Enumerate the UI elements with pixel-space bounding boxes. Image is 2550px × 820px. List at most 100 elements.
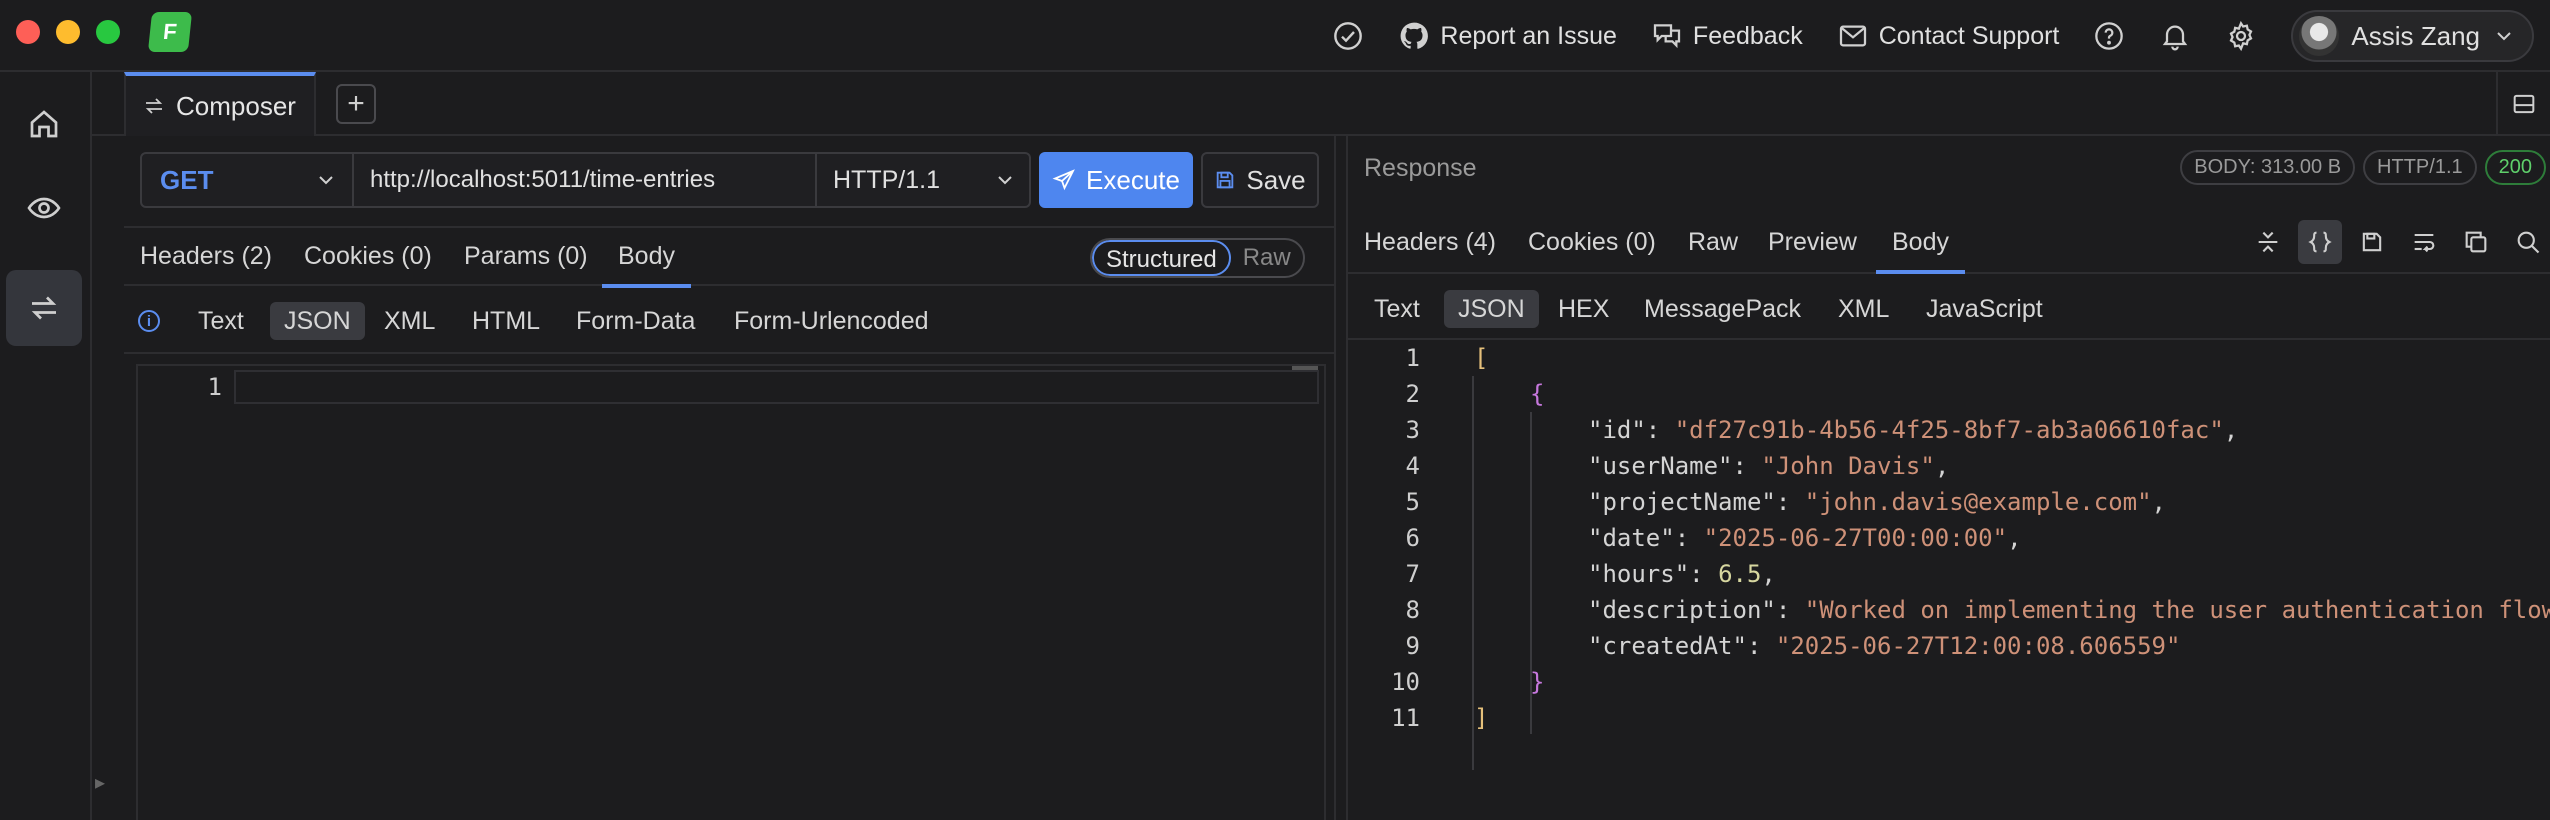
sidebar-expand-handle[interactable]: ▸: [95, 770, 105, 795]
contact-support-button[interactable]: Contact Support: [1837, 20, 2060, 52]
structured-option[interactable]: Structured: [1092, 240, 1231, 276]
mail-icon: [1839, 25, 1866, 47]
save-response-button[interactable]: [2350, 220, 2394, 264]
request-tabs: Headers (2) Cookies (0) Params (0) Body …: [124, 226, 1334, 288]
title-bar: F Report an Issue Feedback Contact Suppo…: [0, 0, 2550, 72]
body-type-text[interactable]: Text: [198, 302, 244, 340]
editor-scrollbar[interactable]: [1292, 366, 1318, 370]
save-button[interactable]: Save: [1201, 152, 1319, 208]
copy-button[interactable]: [2454, 220, 2498, 264]
url-input[interactable]: http://localhost:5011/time-entries: [354, 152, 817, 208]
notifications-button[interactable]: [2159, 20, 2191, 52]
protocol-value: HTTP/1.1: [833, 165, 940, 194]
response-type-bar: Text JSON HEX MessagePack XML JavaScript: [1348, 276, 2550, 340]
execute-button[interactable]: Execute: [1039, 152, 1193, 208]
help-icon: [2095, 22, 2124, 50]
bell-icon: [2163, 25, 2188, 51]
sidebar: ▸: [0, 72, 105, 820]
response-body-viewer[interactable]: 1[ 2{ 3 "id": "df27c91b-4b56-4f25-8bf7-ab…: [1348, 340, 2550, 820]
tab-params[interactable]: Params (0): [464, 242, 588, 271]
line-number: 1: [207, 373, 222, 401]
method-select[interactable]: GET: [140, 152, 354, 208]
protocol-badge: HTTP/1.1: [2363, 150, 2477, 185]
sidebar-item-composer[interactable]: [6, 270, 82, 346]
check-circle-icon: [1334, 22, 1363, 50]
tab-composer[interactable]: Composer: [124, 72, 316, 136]
info-icon[interactable]: i: [138, 310, 160, 332]
report-issue-label: Report an Issue: [1440, 21, 1617, 50]
copy-icon: [2465, 231, 2487, 253]
wrap-lines-button[interactable]: [2402, 220, 2446, 264]
feedback-label: Feedback: [1692, 21, 1803, 50]
json-username-value: John Davis: [1775, 452, 1921, 480]
save-icon: [2362, 232, 2382, 252]
chevron-down-icon: [319, 176, 333, 185]
avatar: [2299, 16, 2340, 56]
body-type-xml[interactable]: XML: [384, 302, 435, 340]
structured-raw-toggle[interactable]: Structured Raw: [1090, 238, 1305, 278]
resp-tab-raw[interactable]: Raw: [1688, 228, 1738, 257]
add-tab-button[interactable]: +: [336, 84, 376, 124]
check-circle-button[interactable]: [1332, 20, 1364, 52]
protocol-select[interactable]: HTTP/1.1: [817, 152, 1031, 208]
app-logo: F: [147, 12, 193, 52]
sidebar-item-monitor[interactable]: [6, 170, 82, 246]
chevron-down-icon: [998, 176, 1012, 185]
feedback-button[interactable]: Feedback: [1651, 20, 1803, 52]
user-name: Assis Zang: [2351, 20, 2480, 51]
method-value: GET: [160, 164, 214, 195]
response-toolbar: [2246, 220, 2550, 264]
response-panel: Response BODY: 313.00 B HTTP/1.1 200 Hea…: [1348, 136, 2550, 820]
panel-layout-icon: [2513, 94, 2535, 114]
resp-type-xml[interactable]: XML: [1838, 290, 1889, 328]
resp-tab-headers[interactable]: Headers (4): [1364, 228, 1496, 257]
tab-headers[interactable]: Headers (2): [140, 242, 272, 271]
resp-tab-cookies[interactable]: Cookies (0): [1528, 228, 1656, 257]
minimize-window-button[interactable]: [56, 20, 80, 44]
json-projectname-value: john.davis@example.com: [1819, 488, 2138, 516]
search-icon: [2517, 231, 2540, 254]
status-badge: 200: [2484, 150, 2546, 185]
user-menu[interactable]: Assis Zang: [2291, 10, 2534, 62]
body-type-form-data[interactable]: Form-Data: [576, 302, 695, 340]
body-type-form-urlencoded[interactable]: Form-Urlencoded: [734, 302, 929, 340]
resp-tab-body[interactable]: Body: [1876, 228, 1965, 274]
response-tabs: Headers (4) Cookies (0) Raw Preview Body: [1348, 214, 2550, 274]
collapse-icon: [2258, 231, 2278, 253]
resp-type-javascript[interactable]: JavaScript: [1926, 290, 2043, 328]
json-description-value: Worked on implementing the user authenti…: [1819, 596, 2550, 624]
resp-type-hex[interactable]: HEX: [1558, 290, 1609, 328]
toggle-panel-button[interactable]: [2496, 72, 2550, 136]
response-badges: BODY: 313.00 B HTTP/1.1 200: [2180, 150, 2546, 185]
contact-support-label: Contact Support: [1878, 21, 2060, 50]
execute-label: Execute: [1086, 164, 1180, 195]
maximize-window-button[interactable]: [96, 20, 120, 44]
arrows-exchange-icon: [145, 98, 163, 114]
body-type-json[interactable]: JSON: [270, 302, 365, 340]
resp-type-text[interactable]: Text: [1374, 290, 1420, 328]
body-type-html[interactable]: HTML: [472, 302, 540, 340]
save-icon: [1217, 171, 1234, 189]
request-body-editor[interactable]: 1: [136, 364, 1326, 820]
github-icon: [1400, 22, 1429, 49]
tab-body[interactable]: Body: [602, 242, 691, 288]
report-issue-button[interactable]: Report an Issue: [1398, 20, 1617, 52]
sidebar-item-home[interactable]: [6, 86, 82, 162]
tab-strip: Composer +: [92, 72, 2550, 136]
json-date-value: 2025-06-27T00:00:00: [1718, 524, 1993, 552]
collapse-button[interactable]: [2246, 220, 2290, 264]
body-size-badge: BODY: 313.00 B: [2180, 150, 2356, 185]
raw-option[interactable]: Raw: [1231, 240, 1303, 276]
resp-type-json[interactable]: JSON: [1444, 290, 1539, 328]
curly-braces-icon: [2308, 231, 2332, 253]
settings-button[interactable]: [2225, 20, 2257, 52]
search-button[interactable]: [2506, 220, 2550, 264]
close-window-button[interactable]: [16, 20, 40, 44]
format-json-button[interactable]: [2298, 220, 2342, 264]
resp-tab-preview[interactable]: Preview: [1768, 228, 1857, 257]
resp-type-messagepack[interactable]: MessagePack: [1644, 290, 1801, 328]
wrap-text-icon: [2414, 233, 2435, 253]
tab-cookies[interactable]: Cookies (0): [304, 242, 432, 271]
panel-splitter[interactable]: [1334, 136, 1348, 820]
help-button[interactable]: [2093, 20, 2125, 52]
